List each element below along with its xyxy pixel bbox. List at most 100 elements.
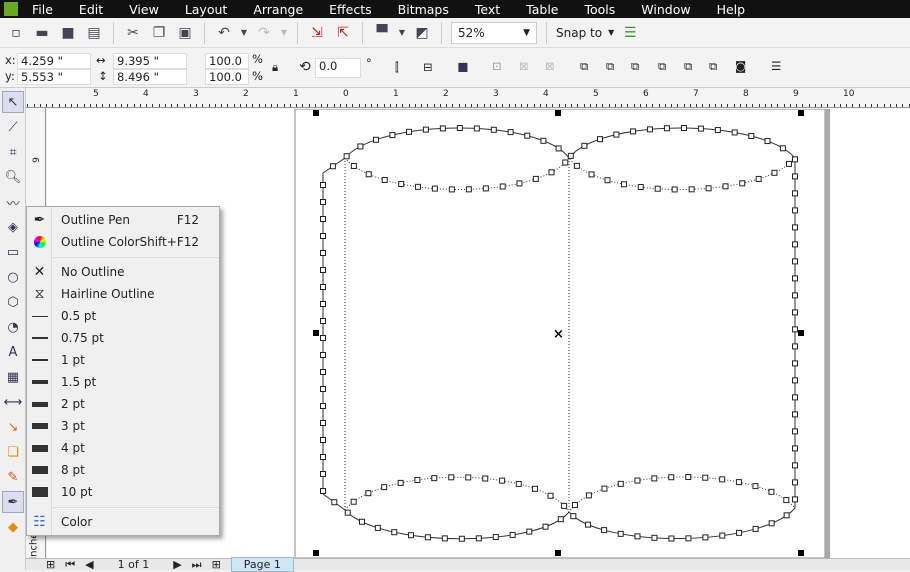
group-icon[interactable]: ⊡ [492, 59, 502, 73]
node-marker[interactable] [344, 509, 351, 516]
node-marker[interactable] [705, 185, 712, 192]
flyout-item-color[interactable]: ☷ Color [27, 511, 219, 533]
node-marker[interactable] [792, 241, 798, 248]
node-marker[interactable] [320, 471, 326, 477]
cut-icon[interactable]: ✂ [123, 23, 143, 43]
menu-view[interactable]: View [129, 2, 159, 17]
node-marker[interactable] [581, 142, 588, 149]
node-marker[interactable] [365, 490, 372, 497]
node-marker[interactable] [654, 185, 661, 192]
flyout-item-10-pt[interactable]: 10 pt [27, 481, 219, 503]
node-marker[interactable] [617, 480, 624, 487]
selection-handle[interactable] [798, 330, 804, 336]
basic-shapes-tool-icon[interactable]: ◔ [2, 316, 24, 338]
text-tool-icon[interactable]: A [2, 341, 24, 363]
node-marker[interactable] [331, 499, 338, 506]
lock-ratio-icon[interactable]: 🔒︎ [272, 60, 278, 75]
x-position-input[interactable]: 4.259 " [17, 53, 91, 69]
height-input[interactable]: 8.496 " [113, 69, 187, 85]
node-marker[interactable] [350, 163, 357, 170]
zoom-level-select[interactable]: 52% ▼ [451, 21, 537, 44]
scale-y-input[interactable]: 100.0 [205, 69, 249, 85]
node-marker[interactable] [792, 258, 798, 265]
node-marker[interactable] [524, 132, 531, 139]
node-marker[interactable] [320, 199, 326, 205]
node-marker[interactable] [792, 224, 798, 231]
rectangle-tool-icon[interactable]: ▭ [2, 241, 24, 263]
add-page-icon[interactable]: ⊞ [46, 558, 55, 571]
node-marker[interactable] [448, 474, 455, 481]
prev-page-icon[interactable]: ◀ [85, 558, 93, 571]
y-position-input[interactable]: 5.553 " [17, 69, 91, 85]
menu-bitmaps[interactable]: Bitmaps [398, 2, 449, 17]
print-icon[interactable]: ▤ [84, 23, 104, 43]
node-marker[interactable] [406, 128, 413, 135]
flyout-item-no-outline[interactable]: ✕ No Outline [27, 261, 219, 283]
mirror-vertical-icon[interactable]: ⊟ [423, 60, 433, 74]
node-marker[interactable] [320, 318, 326, 324]
welcome-screen-icon[interactable]: ◩ [412, 23, 432, 43]
node-marker[interactable] [792, 377, 798, 384]
node-marker[interactable] [320, 301, 326, 307]
node-marker[interactable] [408, 532, 415, 539]
node-marker[interactable] [702, 474, 709, 481]
node-marker[interactable] [783, 512, 790, 519]
node-marker[interactable] [680, 125, 687, 132]
node-marker[interactable] [557, 516, 564, 523]
horizontal-ruler[interactable]: 5 4 3 2 1 0 1 2 3 4 5 6 7 8 9 10 [26, 88, 910, 108]
node-marker[interactable] [637, 184, 644, 191]
node-marker[interactable] [688, 186, 695, 193]
node-marker[interactable] [431, 475, 438, 482]
menu-tools[interactable]: Tools [584, 2, 615, 17]
menu-help[interactable]: Help [717, 2, 746, 17]
copy-icon[interactable]: ❐ [149, 23, 169, 43]
node-marker[interactable] [490, 126, 497, 133]
selection-handle[interactable] [555, 110, 561, 116]
node-marker[interactable] [320, 403, 326, 409]
node-marker[interactable] [588, 171, 595, 178]
node-marker[interactable] [547, 492, 554, 499]
snap-to-dropdown[interactable]: Snap to [556, 26, 602, 40]
node-marker[interactable] [516, 180, 523, 187]
node-marker[interactable] [620, 181, 627, 188]
node-marker[interactable] [779, 145, 786, 152]
node-marker[interactable] [397, 479, 404, 486]
node-marker[interactable] [768, 488, 775, 495]
flyout-item-outline-color[interactable]: Outline Color Shift+F12 [27, 231, 219, 253]
node-marker[interactable] [320, 420, 326, 426]
node-marker[interactable] [714, 127, 721, 134]
fill-tool-icon[interactable]: ◆ [2, 516, 24, 538]
node-marker[interactable] [532, 175, 539, 182]
node-marker[interactable] [475, 535, 482, 542]
flyout-item-2-pt[interactable]: 2 pt [27, 393, 219, 415]
node-marker[interactable] [792, 411, 798, 418]
node-marker[interactable] [456, 125, 463, 132]
node-marker[interactable] [792, 190, 798, 197]
first-page-icon[interactable]: ⏮ [65, 558, 75, 572]
node-marker[interactable] [785, 160, 792, 167]
trim-icon[interactable]: ⧉ [606, 59, 614, 74]
node-marker[interactable] [668, 474, 675, 481]
node-marker[interactable] [509, 531, 516, 538]
node-marker[interactable] [499, 477, 506, 484]
node-marker[interactable] [320, 233, 326, 239]
node-marker[interactable] [792, 292, 798, 299]
node-marker[interactable] [381, 484, 388, 491]
node-marker[interactable] [685, 474, 692, 481]
node-marker[interactable] [719, 476, 726, 483]
crop-tool-icon[interactable]: ⌗ [2, 141, 24, 163]
node-marker[interactable] [391, 529, 398, 536]
node-marker[interactable] [671, 186, 678, 193]
node-marker[interactable] [755, 175, 762, 182]
node-marker[interactable] [571, 502, 578, 509]
new-icon[interactable]: ▫ [6, 23, 26, 43]
node-marker[interactable] [350, 498, 357, 505]
menu-arrange[interactable]: Arrange [253, 2, 303, 17]
polygon-tool-icon[interactable]: ⬡ [2, 291, 24, 313]
flyout-item-4-pt[interactable]: 4 pt [27, 437, 219, 459]
node-marker[interactable] [783, 497, 790, 504]
dimension-tool-icon[interactable]: ⟷ [2, 391, 24, 413]
node-marker[interactable] [585, 492, 592, 499]
launcher-dropdown-icon[interactable]: ▼ [398, 23, 406, 43]
flyout-item-hairline-outline[interactable]: ⧖ Hairline Outline [27, 283, 219, 305]
